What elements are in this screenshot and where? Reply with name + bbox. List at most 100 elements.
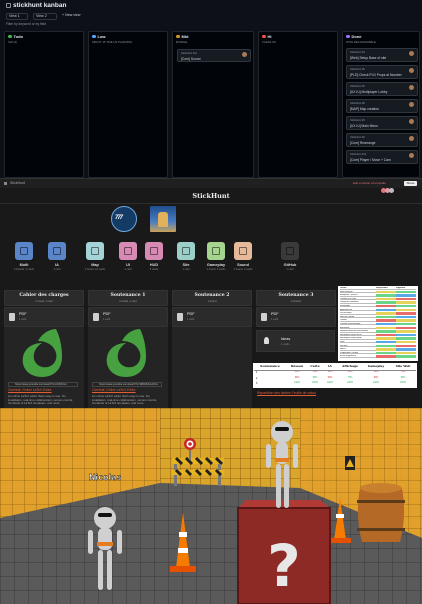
tile-map-icon[interactable] [86, 242, 104, 260]
issue-card[interactable]: StickHunt #6 [UX IU] Multiplayer Lobby [346, 82, 418, 96]
avatar [409, 85, 414, 90]
pdf-card[interactable]: PDF 1 card [88, 307, 168, 327]
table-cell: 40% [347, 371, 353, 373]
table-row: Implémentation des mouvements [340, 330, 416, 333]
new-view-button[interactable]: + New view [60, 13, 90, 20]
table-cell: 70% [347, 376, 353, 379]
warning-sign [345, 456, 355, 470]
share-button[interactable]: Share [404, 180, 417, 186]
file-icon [261, 313, 267, 321]
issue-card[interactable]: StickHunt #11 [Core] Sound [177, 49, 251, 62]
status-dot-icon [262, 34, 266, 38]
table-cell: 10% [327, 371, 333, 373]
pdf-card[interactable]: PDF 1 card [4, 307, 84, 327]
tile-site-icon[interactable] [177, 242, 195, 260]
tile-subtitle: 1 board, 2 cards [233, 268, 253, 271]
table-header: Affichage [342, 364, 358, 368]
table-cell: 60% [373, 376, 379, 379]
table-row: Site web [340, 344, 416, 348]
tile-label[interactable]: GitHub [270, 263, 310, 267]
avatar [409, 119, 414, 124]
table-row: Sons [340, 340, 416, 344]
svg-text:?: ? [267, 532, 301, 600]
tile-multi-icon[interactable] [15, 242, 33, 260]
table-header: Site Web [395, 364, 411, 368]
table-row: Multijoueur / Réseau [340, 294, 416, 297]
game-viewport: ? Nicolas [0, 408, 422, 604]
issue-card[interactable]: StickHunt #10 [Core] Player / Move + Cam [346, 150, 418, 164]
table-row: Mod Set Deleted [340, 315, 416, 319]
column-done: Done WITH RECOGNIZABLE StickHunt #4 [Web]… [342, 31, 420, 178]
tile-label[interactable]: IA [37, 263, 77, 267]
table-row: Mécaniques d'ajout gardé [340, 337, 416, 340]
pdf-card[interactable]: PDF 1 card [256, 307, 336, 327]
issue-card[interactable]: StickHunt #9 [Core] Rearrange [346, 133, 418, 147]
table-cell: 100% [373, 382, 379, 384]
page-icon [4, 181, 7, 185]
file-icon [177, 313, 183, 321]
table-row: Application fini [340, 308, 416, 312]
collaborator-avatars[interactable] [381, 180, 401, 193]
table-row: Rassembler [340, 304, 416, 308]
status-dot-icon [346, 34, 350, 38]
tile-ia-icon[interactable] [48, 242, 66, 260]
issue-card[interactable]: StickHunt #3 [UX IU] Main Menu [346, 116, 418, 130]
avatar [409, 136, 414, 141]
column-subtitle: Self (0) [8, 40, 18, 44]
section-cahier[interactable]: Cahier des charges 1 board, 1 card [4, 290, 84, 306]
table-row-label: 2 [256, 376, 258, 380]
avatar [242, 52, 247, 57]
overleaf-bookmark[interactable]: https://www.youtube.com/watch?v=WBC8xbwG… [88, 327, 168, 409]
empty-gallery [172, 327, 252, 409]
table-cell: 80% [400, 376, 406, 379]
column-header: Hi [262, 34, 272, 39]
table-row: Menus [340, 348, 416, 351]
table-header: Soutenance [260, 364, 280, 368]
notion-page: StickHunt Edit a Notion AI template Shar… [0, 178, 422, 409]
status-dot-icon [92, 34, 96, 38]
avatar [409, 102, 414, 107]
tab-title[interactable]: StickHunt [10, 181, 25, 185]
column-header: Low [92, 34, 106, 39]
avatar [409, 153, 414, 158]
filter-input[interactable]: Filter by keyword or by field [6, 22, 46, 26]
column-low: Low ABOUT 15 TIDE US PLANNING [88, 31, 168, 178]
file-icon [9, 313, 15, 321]
section-soutenance-1[interactable]: Soutenance 11 board, 1 card [88, 290, 168, 306]
tile-subtitle: 1 card [53, 268, 61, 271]
mystery-box: ? [237, 500, 331, 604]
table-cell: 60% [294, 376, 300, 379]
overleaf-bookmark[interactable]: https://www.youtube.com/watch?v=nKb0Vwn … [4, 327, 84, 409]
tile-ui-icon[interactable] [119, 242, 137, 260]
title-bar: StickHunt Edit a Notion AI template Shar… [0, 179, 422, 193]
tab-view-1[interactable]: View 1 [6, 13, 28, 20]
ideas-card[interactable]: Ideas 1 cards [256, 330, 335, 352]
table-row: Menu principal [340, 290, 416, 294]
table-cell: 100% [294, 382, 300, 384]
tile-github-icon[interactable] [281, 242, 299, 260]
issue-card[interactable]: StickHunt #5 [PLD] Check PLD Props at Num… [346, 65, 418, 79]
issue-card[interactable]: StickHunt #8 [MAP] Map creation [346, 99, 418, 113]
overleaf-logo-icon [106, 329, 146, 377]
table-cell: 100% [400, 382, 406, 384]
status-dot-icon [176, 34, 180, 38]
section-soutenance-2[interactable]: Soutenance 21 board [172, 290, 252, 306]
tab-view-2[interactable]: View 2 [33, 13, 57, 20]
tile-gameplay-icon[interactable] [207, 242, 225, 260]
issue-card[interactable]: StickHunt #4 [Web] Setup Base of site [346, 48, 418, 62]
tile-label[interactable]: Sound [223, 263, 263, 267]
table-header: Tâches Responsable Suppléant [340, 287, 416, 290]
tile-hud-icon[interactable] [145, 242, 163, 260]
tile-subtitle: 1 card [286, 268, 294, 271]
file-icon [93, 313, 99, 321]
table-cell: 100% [327, 382, 333, 384]
section-soutenance-3[interactable]: Soutenance 32 boards [256, 290, 336, 306]
pdf-card[interactable]: PDF 1 card [172, 307, 252, 327]
table-cell: 50% [327, 376, 333, 379]
kanban-board: stickhunt kanban View 1 View 2 + New vie… [0, 0, 422, 178]
task-assignment-table: Tâches Responsable Suppléant Menu principal… [338, 286, 418, 361]
column-header: Mid [176, 34, 188, 39]
spreadsheet-link[interactable]: Répartition des tâches Feuille de calcul [257, 391, 316, 395]
lightbulb-icon [264, 337, 269, 344]
tile-sound-icon[interactable] [234, 242, 252, 260]
